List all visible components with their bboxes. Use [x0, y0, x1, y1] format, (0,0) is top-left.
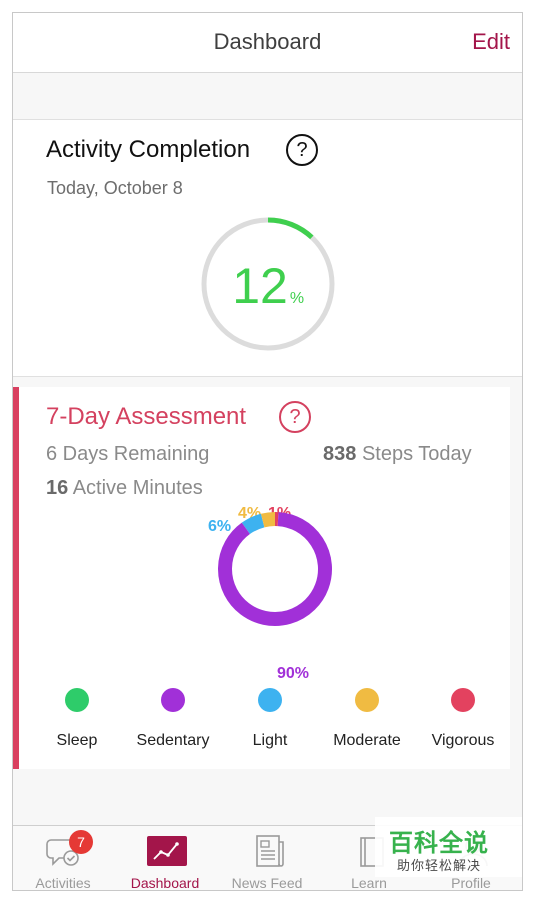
- app-screen: Dashboard Edit Activity Completion ? Tod…: [12, 12, 523, 891]
- sedentary-percent-label: 90%: [277, 665, 310, 682]
- tab-news-feed[interactable]: News Feed: [217, 826, 317, 891]
- activity-breakdown-donut: [218, 512, 332, 626]
- donut-segment-light: [241, 513, 265, 535]
- minutes-value: 16: [46, 477, 69, 499]
- tab-activities[interactable]: 7 Activities: [13, 826, 113, 891]
- activity-completion-card[interactable]: Activity Completion ? Today, October 8 1…: [13, 119, 522, 377]
- steps-value: 838: [323, 443, 357, 465]
- help-icon[interactable]: ?: [279, 401, 311, 433]
- minutes-label: Active Minutes: [72, 477, 203, 499]
- activity-percent-value: 12: [232, 258, 288, 314]
- donut-segment-sedentary: [218, 512, 332, 626]
- active-minutes: 16 Active Minutes: [46, 477, 203, 500]
- notification-badge: 7: [69, 830, 93, 854]
- legend-dot-sedentary: [161, 688, 185, 712]
- tab-label-learn: Learn: [351, 875, 387, 891]
- tab-dashboard[interactable]: Dashboard: [115, 826, 215, 891]
- newspaper-icon: [256, 835, 284, 867]
- activity-completion-title: Activity Completion: [46, 136, 251, 163]
- watermark-logo: 百科全说 助你轻松解决: [375, 817, 522, 877]
- legend-dot-light: [258, 688, 282, 712]
- legend-dot-moderate: [355, 688, 379, 712]
- steps-today: 838 Steps Today: [323, 443, 472, 466]
- legend-label-moderate: Moderate: [333, 732, 401, 749]
- watermark-main-text: 百科全说: [389, 830, 489, 857]
- activity-date: Today, October 8: [47, 178, 183, 198]
- tab-label-profile: Profile: [451, 875, 491, 891]
- watermark-sub-text: 助你轻松解决: [397, 858, 482, 873]
- days-remaining: 6 Days Remaining: [46, 443, 210, 465]
- donut-segment-moderate: [260, 512, 276, 528]
- legend-label-sedentary: Sedentary: [136, 732, 210, 749]
- assessment-title: 7-Day Assessment: [46, 403, 247, 430]
- legend-label-sleep: Sleep: [56, 732, 98, 749]
- help-icon[interactable]: ?: [286, 134, 318, 166]
- legend-label-vigorous: Vigorous: [431, 732, 495, 749]
- page-title: Dashboard: [213, 29, 322, 54]
- tab-label-dashboard: Dashboard: [130, 875, 200, 891]
- steps-label: Steps Today: [361, 443, 472, 465]
- tab-label-news-feed: News Feed: [231, 875, 303, 891]
- tab-label-activities: Activities: [35, 875, 91, 891]
- seven-day-assessment-card[interactable]: 7-Day Assessment ? 6 Days Remaining 838 …: [13, 387, 510, 769]
- progress-ring-fill: [267, 217, 314, 240]
- chart-line-icon: [147, 836, 187, 866]
- activity-progress-ring: 12 %: [201, 217, 335, 351]
- legend-dot-vigorous: [451, 688, 475, 712]
- activity-percent-sign: %: [290, 290, 304, 307]
- edit-button[interactable]: Edit: [472, 29, 510, 55]
- legend-label-light: Light: [252, 732, 288, 749]
- legend-dot-sleep: [65, 688, 89, 712]
- nav-bar: Dashboard Edit: [13, 13, 522, 73]
